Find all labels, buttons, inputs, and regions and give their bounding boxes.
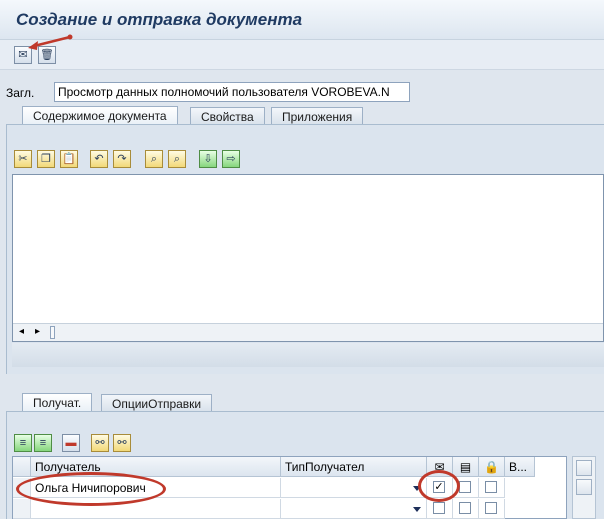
copy-icon: ▤ — [459, 460, 472, 474]
insert-row-icon: ≡ — [19, 436, 27, 449]
scroll-right-icon[interactable]: ▸ — [35, 326, 40, 337]
express-checkbox[interactable] — [433, 502, 445, 514]
undo-button[interactable]: ↶ — [90, 150, 108, 168]
column-header-v[interactable]: В... — [505, 457, 535, 477]
annotation-oval-recipient — [16, 472, 166, 506]
subject-label: Загл. — [6, 86, 35, 100]
column-header-copy[interactable]: ▤ — [453, 457, 479, 477]
recipient-type-cell[interactable] — [281, 499, 427, 519]
copy-icon: ❐ — [41, 152, 51, 165]
delete-row-icon: ▬ — [65, 436, 77, 449]
column-header-recipient-type[interactable]: ТипПолучател — [281, 457, 427, 477]
document-editor[interactable] — [12, 174, 604, 342]
lock-icon: 🔒 — [484, 460, 499, 474]
export-icon: ⇨ — [226, 152, 236, 165]
subject-input[interactable]: Просмотр данных полномочий пользователя … — [54, 82, 410, 102]
horizontal-scrollbar[interactable]: ◂ ▸ — [13, 323, 603, 341]
row-selector-header[interactable] — [13, 457, 31, 477]
editor-footer — [12, 343, 604, 367]
find-next-button[interactable]: ⌕ — [168, 150, 186, 168]
export-button[interactable]: ⇨ — [222, 150, 240, 168]
hierarchy-expand-icon: ⚯ — [117, 436, 127, 449]
redo-icon: ↷ — [117, 152, 127, 165]
find-button[interactable]: ⌕ — [145, 150, 163, 168]
paste-button[interactable]: 📋 — [60, 150, 78, 168]
cut-button[interactable]: ✂ — [14, 150, 32, 168]
chevron-down-icon[interactable] — [413, 507, 421, 512]
copy-checkbox[interactable] — [459, 481, 471, 493]
find-next-icon: ⌕ — [173, 152, 181, 165]
append-row-icon: ≡ — [39, 436, 47, 449]
scissors-icon: ✂ — [18, 152, 28, 165]
scroll-thumb[interactable] — [50, 326, 55, 339]
copy-cell — [453, 499, 479, 519]
scroll-thumb[interactable] — [576, 479, 592, 495]
add-row-button[interactable]: ≡ — [14, 434, 32, 452]
blind-copy-checkbox[interactable] — [485, 502, 497, 514]
undo-icon: ↶ — [94, 152, 104, 165]
express-cell — [427, 499, 453, 519]
blind-copy-checkbox[interactable] — [485, 481, 497, 493]
application-toolbar — [0, 40, 604, 70]
row-selector[interactable] — [13, 499, 31, 519]
scroll-up-button[interactable] — [576, 460, 592, 476]
insert-row-button[interactable]: ≡ — [34, 434, 52, 452]
copy-checkbox[interactable] — [459, 502, 471, 514]
blind-cell — [479, 478, 505, 498]
binoculars-icon: ⌕ — [150, 152, 158, 165]
delete-row-button[interactable]: ▬ — [62, 434, 80, 452]
recipient-type-cell[interactable] — [281, 478, 427, 498]
annotation-oval-checkbox — [418, 470, 460, 502]
vertical-scrollbar[interactable] — [572, 456, 596, 519]
page-title: Создание и отправка документа — [16, 10, 303, 29]
blind-cell — [479, 499, 505, 519]
paste-icon: 📋 — [62, 152, 76, 165]
annotation-arrow — [28, 34, 73, 50]
scroll-left-icon[interactable]: ◂ — [19, 326, 24, 337]
expand-list-button[interactable]: ⚯ — [113, 434, 131, 452]
distribution-list-button[interactable]: ⚯ — [91, 434, 109, 452]
redo-button[interactable]: ↷ — [113, 150, 131, 168]
hierarchy-icon: ⚯ — [95, 436, 105, 449]
import-icon: ⇩ — [203, 152, 213, 165]
copy-button[interactable]: ❐ — [37, 150, 55, 168]
column-header-blind[interactable]: 🔒 — [479, 457, 505, 477]
import-button[interactable]: ⇩ — [199, 150, 217, 168]
